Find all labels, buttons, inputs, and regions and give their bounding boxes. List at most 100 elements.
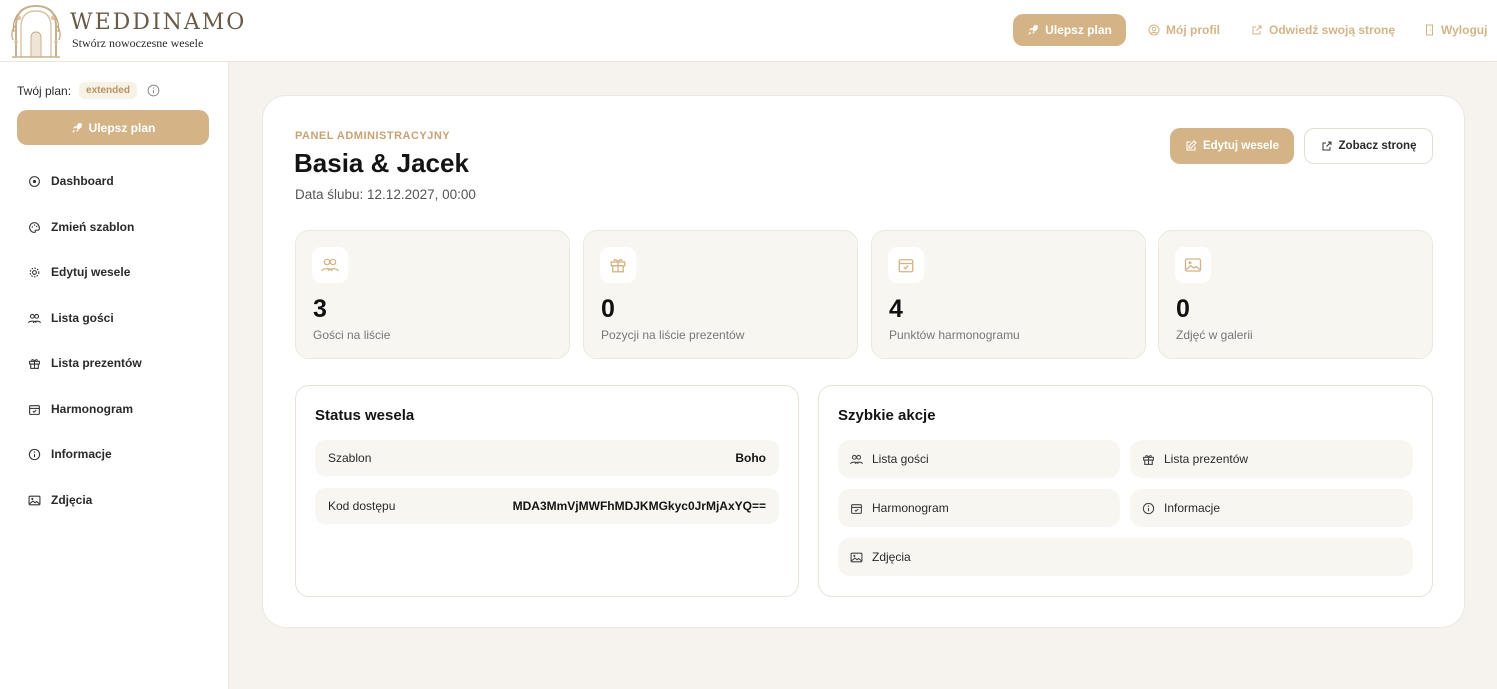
edit-icon: [1186, 140, 1197, 151]
quick-actions-panel: Szybkie akcje Lista gości Lista prezentó…: [818, 385, 1433, 597]
sidebar-item-label: Zdjęcia: [51, 493, 93, 507]
sidebar-item-template[interactable]: Zmień szablon: [28, 218, 134, 236]
user-circle-icon: [1148, 24, 1160, 36]
quick-action-info[interactable]: Informacje: [1130, 489, 1413, 527]
stat-card-guests[interactable]: 3 Gości na liście: [295, 230, 570, 359]
quick-action-label: Zdjęcia: [872, 550, 911, 564]
rocket-icon: [1028, 25, 1039, 35]
calendar-check-icon: [851, 503, 862, 514]
sidebar-item-guests[interactable]: Lista gości: [28, 309, 114, 327]
visit-site-link[interactable]: Odwiedź swoją stronę: [1251, 22, 1395, 38]
status-key: Szablon: [328, 451, 372, 465]
plan-badge: extended: [79, 82, 137, 99]
panel-eyebrow: PANEL ADMINISTRACYJNY: [295, 130, 451, 142]
stat-card-gifts[interactable]: 0 Pozycji na liście prezentów: [583, 230, 858, 359]
sidebar-item-label: Edytuj wesele: [51, 265, 131, 279]
status-value: Boho: [735, 451, 766, 465]
palette-icon: [29, 221, 40, 233]
status-row-access-code: Kod dostępu MDA3MmVjMWFhMDJKMGkyc0JrMjAx…: [315, 488, 779, 524]
stat-card-schedule[interactable]: 4 Punktów harmonogramu: [871, 230, 1146, 359]
profile-link-label: Mój profil: [1166, 23, 1220, 37]
stat-icon-box: [888, 247, 924, 283]
view-site-label: Zobacz stronę: [1338, 140, 1417, 152]
top-header: WEDDINAMO Stwórz nowoczesne wesele Uleps…: [0, 0, 1497, 62]
status-panel-title: Status wesela: [315, 407, 415, 424]
gift-icon: [610, 258, 626, 273]
status-key: Kod dostępu: [328, 499, 396, 513]
status-value[interactable]: MDA3MmVjMWFhMDJKMGkyc0JrMjAxYQ==: [513, 499, 766, 513]
quick-action-guests[interactable]: Lista gości: [838, 440, 1120, 478]
sidebar-item-label: Informacje: [51, 447, 112, 461]
brand-logo[interactable]: WEDDINAMO Stwórz nowoczesne wesele: [10, 2, 246, 58]
quick-action-label: Harmonogram: [872, 501, 949, 515]
stat-label: Punktów harmonogramu: [889, 328, 1020, 342]
brand-tagline: Stwórz nowoczesne wesele: [72, 36, 204, 50]
header-upgrade-label: Ulepsz plan: [1045, 23, 1112, 37]
rocket-icon: [72, 122, 82, 132]
stat-icon-box: [1175, 247, 1211, 283]
sidebar-upgrade-button[interactable]: Ulepsz plan: [17, 110, 209, 145]
stat-icon-box: [600, 247, 636, 283]
sidebar-item-info[interactable]: Informacje: [28, 445, 112, 463]
profile-link[interactable]: Mój profil: [1148, 22, 1220, 38]
stat-value: 3: [313, 295, 327, 323]
quick-action-label: Lista prezentów: [1164, 452, 1249, 466]
visit-site-label: Odwiedź swoją stronę: [1269, 23, 1396, 37]
quick-action-label: Informacje: [1164, 501, 1221, 515]
stat-label: Pozycji na liście prezentów: [601, 328, 745, 342]
dashboard-icon: [29, 175, 40, 187]
sidebar-item-label: Lista gości: [51, 311, 114, 325]
calendar-check-icon: [898, 259, 914, 273]
gear-icon: [29, 267, 40, 277]
stat-value: 0: [601, 295, 615, 323]
stat-label: Zdjęć w galerii: [1176, 328, 1253, 342]
info-icon[interactable]: [147, 84, 160, 97]
external-link-icon: [1252, 25, 1262, 35]
sidebar-item-label: Zmień szablon: [51, 220, 135, 234]
gift-icon: [29, 358, 40, 369]
logout-link[interactable]: Wyloguj: [1424, 22, 1487, 38]
quick-action-photos[interactable]: Zdjęcia: [838, 538, 1413, 576]
stat-value: 4: [889, 295, 903, 323]
users-icon: [321, 258, 339, 272]
wedding-date: Data ślubu: 12.12.2027, 00:00: [295, 187, 476, 202]
image-icon: [850, 552, 863, 562]
image-icon: [28, 495, 41, 505]
sidebar-item-dashboard[interactable]: Dashboard: [28, 172, 114, 190]
edit-wedding-button[interactable]: Edytuj wesele: [1170, 128, 1294, 164]
edit-wedding-label: Edytuj wesele: [1202, 140, 1280, 152]
external-link-icon: [1322, 141, 1332, 151]
calendar-check-icon: [29, 404, 40, 415]
quick-actions-title: Szybkie akcje: [838, 407, 936, 424]
sidebar-item-label: Dashboard: [51, 174, 114, 188]
users-icon: [850, 454, 863, 464]
quick-action-gifts[interactable]: Lista prezentów: [1130, 440, 1413, 478]
quick-action-schedule[interactable]: Harmonogram: [838, 489, 1120, 527]
sidebar-item-photos[interactable]: Zdjęcia: [28, 491, 92, 509]
quick-action-label: Lista gości: [872, 452, 929, 466]
dashboard-card: PANEL ADMINISTRACYJNY Basia & Jacek Data…: [262, 95, 1465, 628]
sidebar-item-edit-wedding[interactable]: Edytuj wesele: [28, 263, 130, 281]
stat-icon-box: [312, 247, 348, 283]
view-site-button[interactable]: Zobacz stronę: [1304, 128, 1433, 164]
sidebar: Twój plan: extended Ulepsz plan Dashboar…: [0, 62, 229, 689]
stat-card-photos[interactable]: 0 Zdjęć w galerii: [1158, 230, 1433, 359]
page-title: Basia & Jacek: [294, 148, 469, 178]
logout-label: Wyloguj: [1441, 23, 1488, 37]
info-icon: [28, 448, 41, 460]
sidebar-item-label: Harmonogram: [51, 402, 134, 416]
arch-logo-icon: [11, 4, 61, 58]
stat-label: Gości na liście: [313, 328, 391, 342]
header-upgrade-button[interactable]: Ulepsz plan: [1013, 14, 1126, 46]
brand-name: WEDDINAMO: [70, 10, 247, 35]
gift-icon: [1143, 454, 1154, 465]
sidebar-item-schedule[interactable]: Harmonogram: [28, 400, 133, 418]
sidebar-item-gifts[interactable]: Lista prezentów: [28, 354, 142, 372]
info-icon: [1142, 502, 1155, 514]
door-icon: [1426, 24, 1433, 36]
status-row-template: Szablon Boho: [315, 440, 779, 476]
plan-row: Twój plan: extended: [17, 82, 160, 99]
image-icon: [1184, 258, 1202, 272]
status-panel: Status wesela Szablon Boho Kod dostępu M…: [295, 385, 799, 597]
users-icon: [28, 313, 41, 323]
